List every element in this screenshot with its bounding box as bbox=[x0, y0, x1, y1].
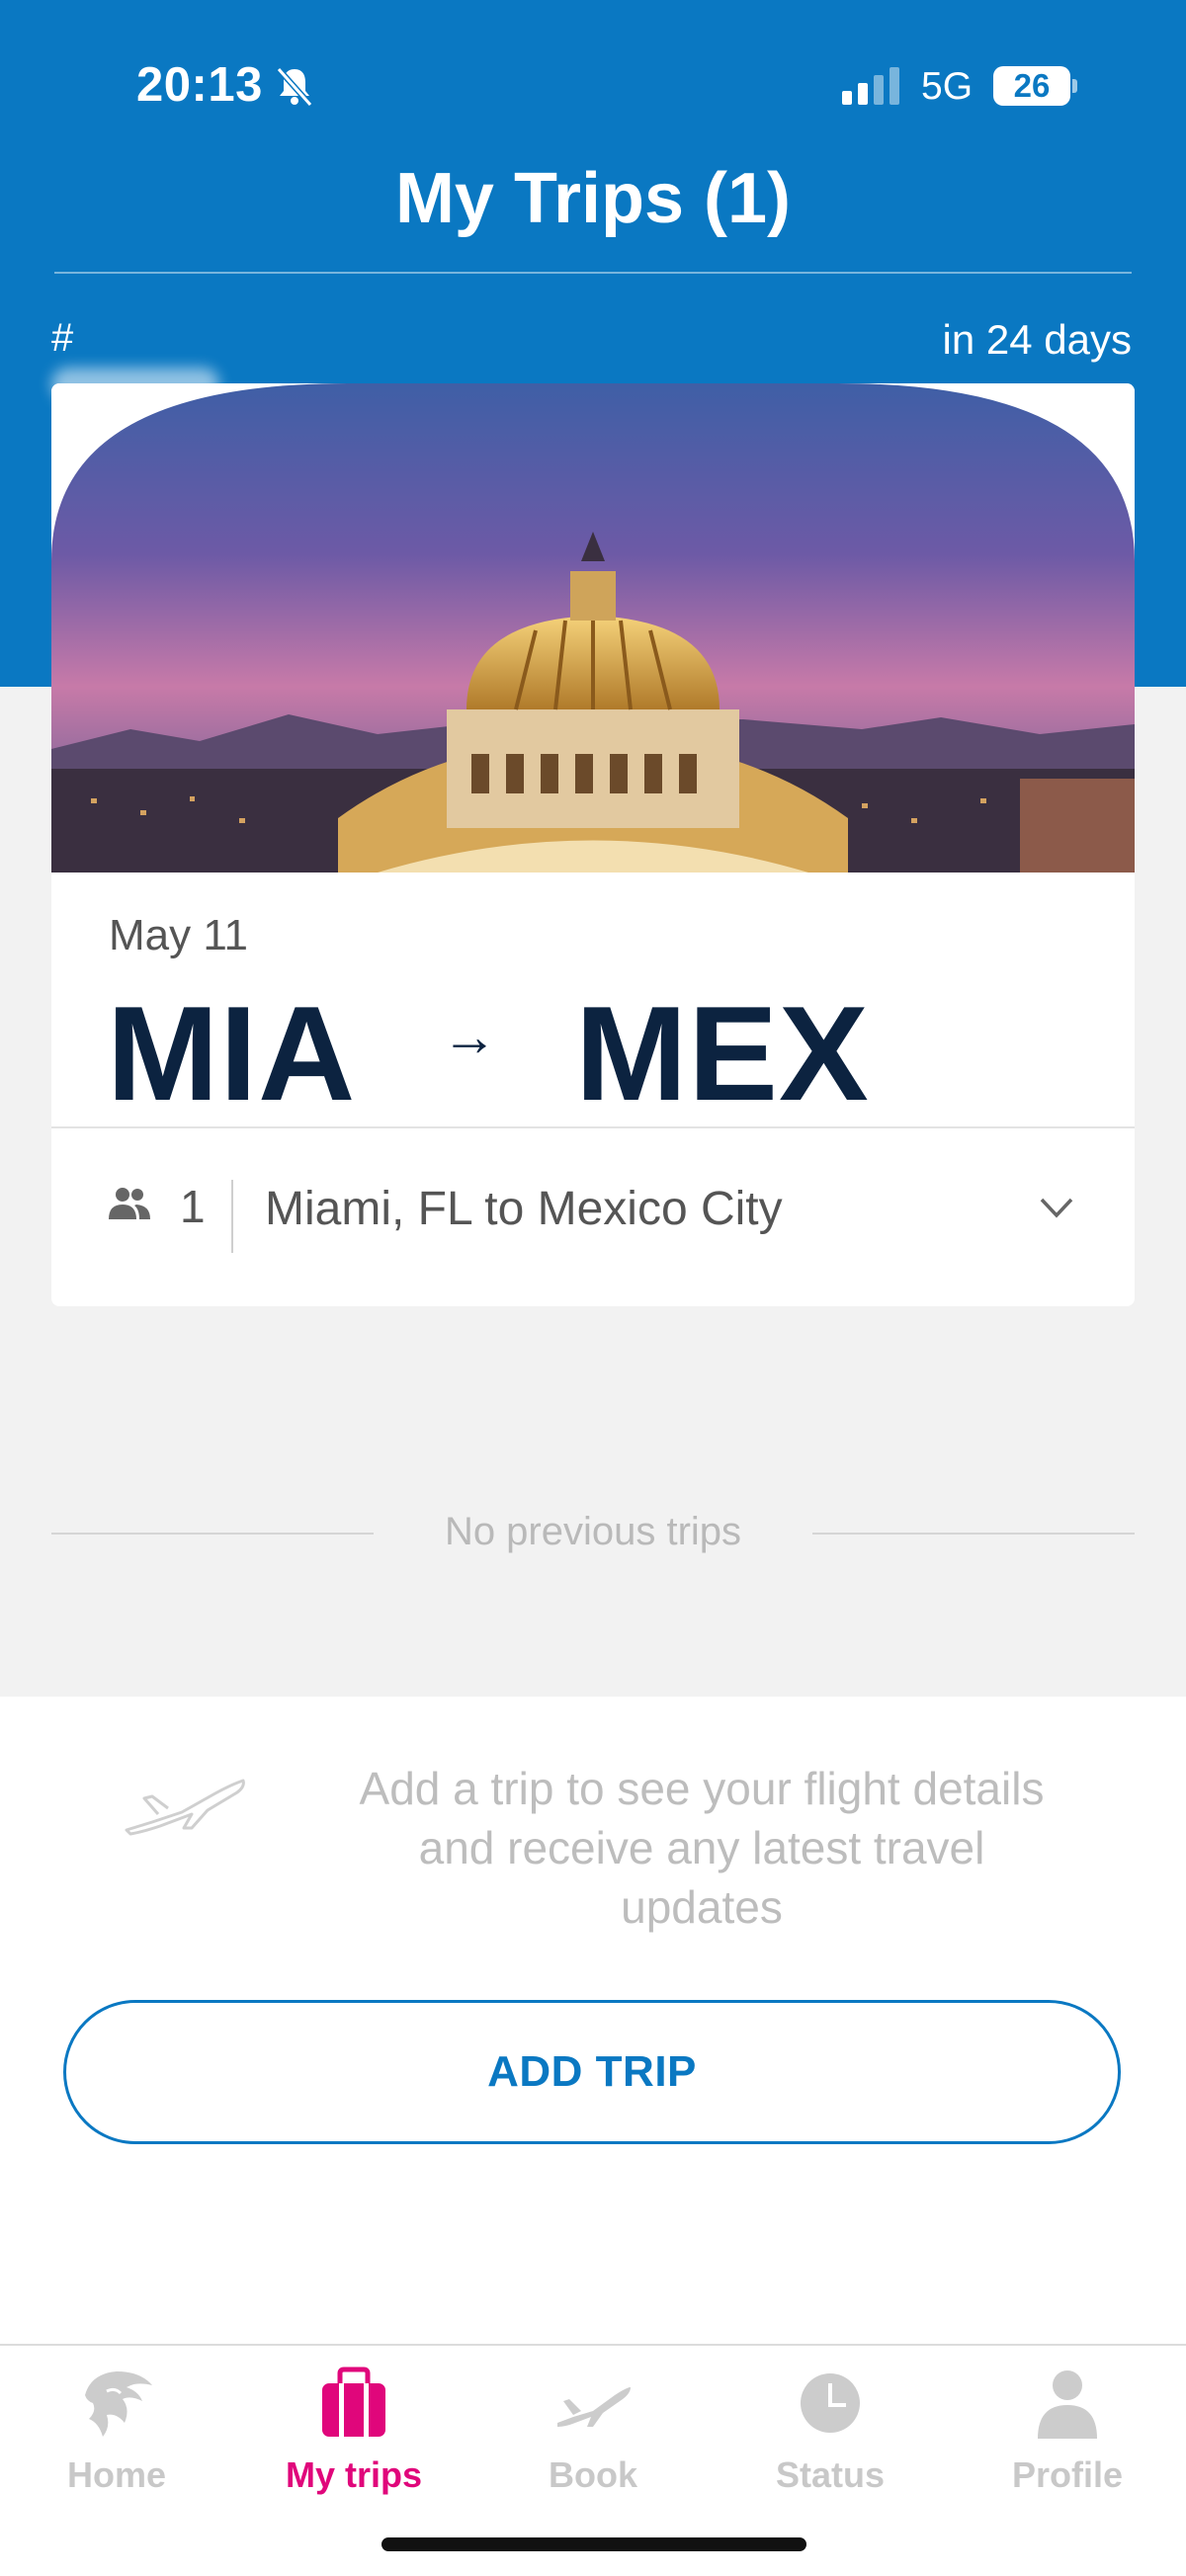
network-type: 5G bbox=[921, 65, 974, 108]
card-divider bbox=[51, 1126, 1135, 1128]
tab-home[interactable]: Home bbox=[18, 2366, 215, 2496]
tab-profile[interactable]: Profile bbox=[969, 2366, 1166, 2496]
destination-code: MEX bbox=[575, 978, 870, 1128]
tab-label: Book bbox=[549, 2454, 637, 2495]
arrow-icon: → bbox=[442, 1005, 497, 1067]
clock-icon bbox=[801, 2373, 860, 2433]
chevron-down-icon[interactable] bbox=[1038, 1194, 1075, 1221]
plane-icon bbox=[125, 1779, 245, 1836]
signal-icon bbox=[842, 67, 899, 105]
trip-date: May 11 bbox=[109, 911, 249, 959]
route-description: Miami, FL to Mexico City bbox=[265, 1183, 783, 1235]
status-time: 20:13 bbox=[136, 58, 263, 112]
title-divider bbox=[54, 272, 1132, 274]
passenger-count: 1 bbox=[180, 1181, 206, 1232]
tab-label: Profile bbox=[1011, 2454, 1124, 2495]
home-indicator[interactable] bbox=[381, 2537, 806, 2551]
eagle-icon bbox=[85, 2371, 152, 2437]
tab-my-trips[interactable]: My trips bbox=[255, 2366, 453, 2496]
tab-status[interactable]: Status bbox=[731, 2366, 929, 2496]
bell-slash-icon bbox=[276, 67, 313, 107]
plane-icon bbox=[557, 2387, 631, 2427]
add-trip-button[interactable]: ADD TRIP bbox=[63, 2000, 1121, 2144]
suitcase-icon bbox=[322, 2367, 385, 2437]
trip-countdown: in 24 days bbox=[942, 316, 1132, 363]
origin-code: MIA bbox=[107, 978, 357, 1128]
tab-book[interactable]: Book bbox=[494, 2366, 692, 2496]
tab-label: Home bbox=[66, 2454, 167, 2495]
person-icon bbox=[1038, 2370, 1097, 2439]
battery-icon: 26 bbox=[993, 66, 1070, 106]
previous-trips-divider-left bbox=[51, 1533, 374, 1535]
booking-ref-prefix: # bbox=[51, 316, 74, 360]
passengers-icon bbox=[109, 1188, 150, 1219]
booking-reference: # bbox=[51, 316, 239, 402]
passenger-separator bbox=[231, 1180, 233, 1253]
previous-trips-label: No previous trips bbox=[444, 1510, 742, 1553]
previous-trips-divider-right bbox=[812, 1533, 1135, 1535]
page-title: My Trips (1) bbox=[394, 159, 792, 238]
add-trip-message: Add a trip to see your flight details an… bbox=[359, 1763, 1045, 1933]
tab-label: Status bbox=[775, 2454, 886, 2495]
tab-label: My trips bbox=[285, 2454, 423, 2495]
trip-card[interactable]: May 11 MIA → MEX 1 Miami, FL to Mexico C… bbox=[51, 383, 1135, 1306]
destination-image bbox=[51, 383, 1135, 873]
battery-nub bbox=[1072, 79, 1077, 93]
